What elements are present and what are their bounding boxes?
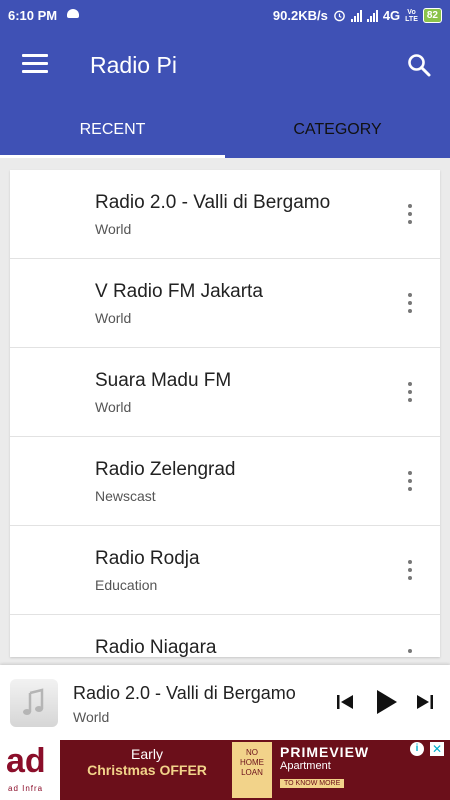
ad-prime-title: PRIMEVIEW <box>280 744 370 760</box>
battery-level: 82 <box>422 8 442 23</box>
station-category: Newscast <box>95 488 156 504</box>
status-bar: 6:10 PM 90.2KB/s 4G Vo LTE 82 <box>0 0 450 30</box>
ad-banner[interactable]: ad ad Infra Early Christmas OFFER NO HOM… <box>0 740 450 800</box>
ad-close-icon[interactable]: ✕ <box>430 742 444 756</box>
station-row[interactable]: Radio Zelengrad Newscast <box>10 437 440 526</box>
station-category: World <box>95 399 132 415</box>
station-name: Suara Madu FM <box>95 370 232 391</box>
app-title: Radio Pi <box>90 52 177 78</box>
volte-indicator: Vo LTE <box>405 8 418 23</box>
more-options-icon[interactable] <box>405 471 415 493</box>
play-icon[interactable] <box>369 685 403 719</box>
search-icon[interactable] <box>406 52 432 78</box>
mini-player[interactable]: Radio 2.0 - Valli di Bergamo World <box>0 665 450 740</box>
alarm-icon <box>333 10 345 22</box>
status-icons: 90.2KB/s 4G Vo LTE 82 <box>273 8 442 23</box>
ad-primeview: PRIMEVIEW Apartment TO KNOW MORE <box>280 744 400 790</box>
skip-next-icon[interactable] <box>409 687 439 717</box>
skip-previous-icon[interactable] <box>331 687 361 717</box>
ad-logo-mark: ad <box>6 742 46 780</box>
station-name: Radio 2.0 - Valli di Bergamo <box>95 192 331 213</box>
ad-cta-button[interactable]: TO KNOW MORE <box>280 779 345 788</box>
more-options-icon[interactable] <box>405 293 415 315</box>
tab-recent[interactable]: RECENT <box>0 108 225 158</box>
station-name: Radio Zelengrad <box>95 459 236 480</box>
station-category: World <box>95 221 132 237</box>
music-note-icon <box>23 688 44 715</box>
station-name: Radio Rodja <box>95 548 200 569</box>
ad-logo: ad ad Infra <box>0 740 60 800</box>
station-category: Education <box>95 577 158 593</box>
signal-1-icon <box>350 9 362 22</box>
station-category: World <box>95 310 132 326</box>
signal-2-icon <box>366 9 378 22</box>
now-playing-name: Radio 2.0 - Valli di Bergamo <box>73 683 296 703</box>
more-options-icon[interactable] <box>405 560 415 582</box>
station-row[interactable]: V Radio FM Jakarta World <box>10 259 440 348</box>
more-options-icon[interactable] <box>405 382 415 404</box>
tab-category[interactable]: CATEGORY <box>225 108 450 158</box>
station-row[interactable]: Radio Niagara <box>10 615 440 657</box>
station-row[interactable]: Radio Rodja Education <box>10 526 440 615</box>
app-bar: Radio Pi RECENT CATEGORY <box>0 30 450 158</box>
hamburger-menu-icon[interactable] <box>22 54 48 76</box>
status-time: 6:10 PM <box>8 8 58 23</box>
now-playing-category: World <box>73 709 110 725</box>
station-list: Radio 2.0 - Valli di Bergamo World V Rad… <box>10 170 440 657</box>
ad-choices-icon[interactable]: i <box>410 742 424 756</box>
ad-offer-line2: Christmas OFFER <box>87 762 207 778</box>
more-options-icon[interactable] <box>405 204 415 226</box>
station-name: Radio Niagara <box>95 637 217 657</box>
station-name: V Radio FM Jakarta <box>95 281 263 302</box>
ad-offer-line1: Early <box>131 746 163 762</box>
ad-no-loan-box: NO HOME LOAN <box>232 742 272 798</box>
ad-offer: Early Christmas OFFER <box>72 746 222 778</box>
station-row[interactable]: Radio 2.0 - Valli di Bergamo World <box>10 170 440 259</box>
station-row[interactable]: Suara Madu FM World <box>10 348 440 437</box>
album-art <box>10 679 58 727</box>
active-tab-indicator <box>0 155 225 158</box>
more-options-icon[interactable] <box>405 649 415 657</box>
android-notification-icon <box>67 9 79 18</box>
ad-prime-sub: Apartment <box>280 760 331 772</box>
ad-brand-name: ad Infra <box>8 784 44 793</box>
network-speed: 90.2KB/s <box>272 8 328 23</box>
network-type: 4G <box>382 8 401 23</box>
